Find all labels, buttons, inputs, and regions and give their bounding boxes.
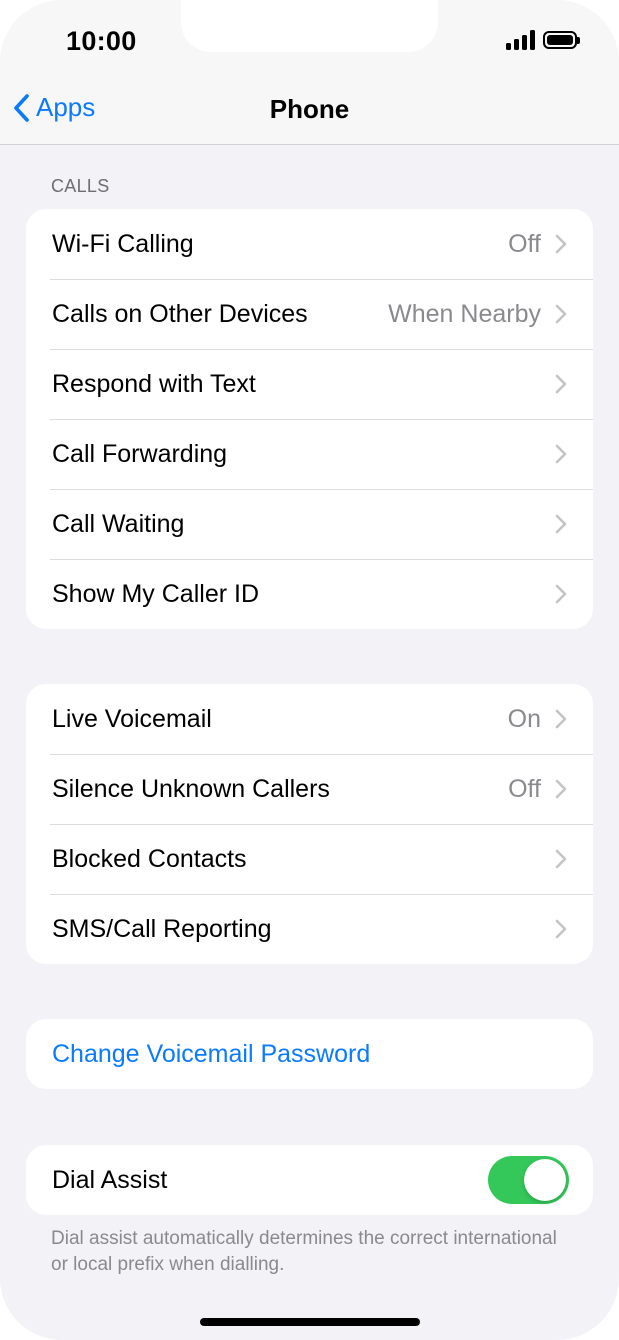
row-call-forwarding[interactable]: Call Forwarding <box>26 419 593 489</box>
dial-assist-toggle[interactable] <box>488 1156 569 1204</box>
chevron-right-icon <box>555 444 567 464</box>
row-label: Call Waiting <box>52 509 185 538</box>
row-call-waiting[interactable]: Call Waiting <box>26 489 593 559</box>
chevron-right-icon <box>555 584 567 604</box>
chevron-right-icon <box>555 709 567 729</box>
phone-screen: 10:00 Apps Phone CALLS Wi-Fi Calling Off <box>0 0 619 1340</box>
row-label: Respond with Text <box>52 369 256 398</box>
row-label: Live Voicemail <box>52 704 212 733</box>
row-show-my-caller-id[interactable]: Show My Caller ID <box>26 559 593 629</box>
change-voicemail-password-button[interactable]: Change Voicemail Password <box>26 1019 593 1089</box>
battery-icon <box>543 31 580 49</box>
voicemail-group: Live Voicemail On Silence Unknown Caller… <box>26 684 593 964</box>
chevron-left-icon <box>14 93 29 122</box>
row-label: Show My Caller ID <box>52 579 259 608</box>
section-header-calls: CALLS <box>51 176 110 196</box>
chevron-right-icon <box>555 234 567 254</box>
row-label: Dial Assist <box>52 1165 168 1194</box>
row-label: SMS/Call Reporting <box>52 914 272 943</box>
row-wifi-calling[interactable]: Wi-Fi Calling Off <box>26 209 593 279</box>
row-label: Change Voicemail Password <box>52 1039 371 1068</box>
row-respond-with-text[interactable]: Respond with Text <box>26 349 593 419</box>
row-label: Blocked Contacts <box>52 844 247 873</box>
row-sms-call-reporting[interactable]: SMS/Call Reporting <box>26 894 593 964</box>
calls-group: Wi-Fi Calling Off Calls on Other Devices… <box>26 209 593 629</box>
row-label: Silence Unknown Callers <box>52 774 330 803</box>
chevron-right-icon <box>555 849 567 869</box>
row-dial-assist: Dial Assist <box>26 1145 593 1215</box>
row-label: Calls on Other Devices <box>52 299 308 328</box>
home-indicator[interactable] <box>200 1318 420 1326</box>
status-time: 10:00 <box>66 26 137 56</box>
row-value: When Nearby <box>388 299 541 328</box>
back-button[interactable]: Apps <box>12 92 95 123</box>
dial-assist-group: Dial Assist <box>26 1145 593 1215</box>
row-live-voicemail[interactable]: Live Voicemail On <box>26 684 593 754</box>
chevron-right-icon <box>555 374 567 394</box>
row-silence-unknown-callers[interactable]: Silence Unknown Callers Off <box>26 754 593 824</box>
dial-assist-footer: Dial assist automatically determines the… <box>51 1228 557 1275</box>
cellular-signal-icon <box>506 30 535 50</box>
status-icons <box>506 30 580 50</box>
back-label: Apps <box>36 92 96 122</box>
row-value: On <box>507 704 541 733</box>
toggle-knob <box>524 1159 566 1201</box>
row-label: Wi-Fi Calling <box>52 229 194 258</box>
password-group: Change Voicemail Password <box>26 1019 593 1089</box>
row-value: Off <box>508 229 541 258</box>
chevron-right-icon <box>555 779 567 799</box>
chevron-right-icon <box>555 919 567 939</box>
chevron-right-icon <box>555 514 567 534</box>
row-label: Call Forwarding <box>52 439 228 468</box>
chevron-right-icon <box>555 304 567 324</box>
dynamic-island <box>181 0 438 52</box>
row-value: Off <box>508 774 541 803</box>
header: 10:00 Apps Phone <box>0 0 619 145</box>
row-calls-on-other-devices[interactable]: Calls on Other Devices When Nearby <box>26 279 593 349</box>
row-blocked-contacts[interactable]: Blocked Contacts <box>26 824 593 894</box>
